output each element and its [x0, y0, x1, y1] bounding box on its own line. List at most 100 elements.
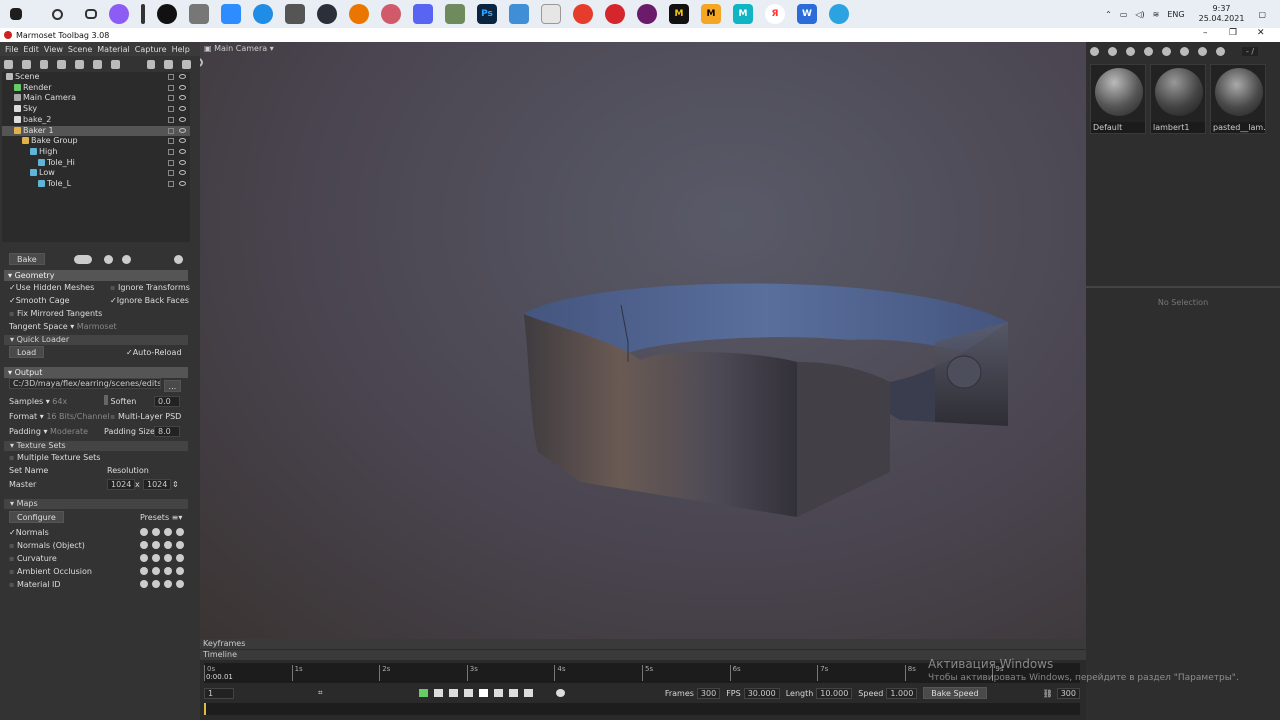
delete-material-icon[interactable] — [1162, 46, 1171, 56]
next-key-icon[interactable] — [508, 689, 518, 697]
app-icon[interactable] — [253, 4, 273, 24]
gear-icon[interactable] — [140, 528, 148, 536]
menu-file[interactable]: File — [5, 45, 18, 54]
soften-slider[interactable] — [104, 395, 108, 405]
eye-icon[interactable] — [179, 106, 186, 112]
last-frame-icon[interactable] — [523, 689, 533, 697]
eye-icon[interactable] — [179, 170, 186, 176]
eye-icon[interactable] — [179, 138, 186, 144]
fix-mirrored-checkbox[interactable]: ▪ — [9, 309, 14, 318]
picker-icon[interactable] — [152, 541, 160, 549]
tangent-space-dropdown[interactable]: ▾ Marmoset — [70, 322, 116, 331]
loop-icon[interactable] — [418, 689, 428, 697]
format-dropdown[interactable]: ▾ 16 Bits/Channel — [40, 412, 110, 421]
scene-item-tole-hi[interactable]: Tole_Hi — [2, 158, 190, 168]
link-icon[interactable]: ⛓ — [1043, 689, 1053, 698]
notification-icon[interactable]: ▢ — [1258, 10, 1266, 19]
add-light-icon[interactable] — [21, 59, 31, 69]
drop-icon[interactable] — [176, 554, 184, 562]
resolution-width[interactable]: 1024 — [107, 479, 136, 490]
menu-view[interactable]: View — [44, 45, 63, 54]
resolution-height[interactable]: 1024 — [143, 479, 172, 490]
maps-section[interactable]: ▾ Maps — [4, 499, 188, 509]
lock-icon[interactable] — [168, 181, 174, 187]
configure-button[interactable]: Configure — [9, 511, 64, 523]
output-section[interactable]: ▾ Output — [4, 367, 188, 378]
app-icon[interactable] — [509, 4, 529, 24]
scene-item-high[interactable]: High — [2, 147, 190, 157]
add-material-icon[interactable] — [1090, 46, 1099, 56]
app-icon[interactable] — [445, 4, 465, 24]
eye-icon[interactable] — [179, 127, 186, 133]
eye-icon[interactable] — [179, 148, 186, 154]
gear-icon[interactable] — [140, 580, 148, 588]
maximize-icon[interactable]: ❐ — [1229, 28, 1237, 38]
map-checkbox[interactable]: ▪ — [9, 580, 17, 589]
eye-icon[interactable] — [179, 181, 186, 186]
material-pasted-lambert[interactable]: pasted__lam... — [1210, 64, 1266, 134]
auto-reload-checkbox[interactable]: ✓ — [126, 348, 133, 357]
wifi-icon[interactable]: ≋ — [1153, 10, 1160, 19]
drop-icon[interactable] — [176, 580, 184, 588]
panel-divider[interactable] — [1086, 286, 1280, 288]
app-icon[interactable] — [573, 4, 593, 24]
lock-icon[interactable] — [168, 95, 174, 102]
delete-icon[interactable] — [182, 59, 191, 69]
map-row-ambient-occlusion[interactable]: ▪ Ambient Occlusion — [4, 565, 188, 578]
add-turntable-icon[interactable] — [92, 59, 102, 69]
add-sky-icon[interactable] — [110, 59, 120, 69]
playhead[interactable] — [204, 703, 206, 715]
material-lambert1[interactable]: lambert1 — [1150, 64, 1206, 134]
lock-icon[interactable] — [168, 148, 174, 155]
lock-icon[interactable] — [168, 74, 174, 80]
blender-icon[interactable] — [349, 4, 369, 24]
lock-icon[interactable] — [168, 138, 174, 145]
scene-item-render[interactable]: Render — [2, 83, 190, 93]
discord-icon[interactable] — [413, 4, 433, 24]
record-icon[interactable] — [555, 689, 565, 697]
ignore-transforms-checkbox[interactable]: ▪ — [110, 283, 115, 292]
browse-button[interactable]: ... — [163, 380, 182, 392]
next-frame-icon[interactable] — [493, 689, 503, 697]
map-checkbox[interactable]: ▪ — [9, 567, 17, 576]
yandex-icon[interactable]: Я — [765, 4, 785, 24]
telegram-icon[interactable] — [829, 4, 849, 24]
ignore-back-checkbox[interactable]: ✓ — [110, 296, 117, 305]
prev-frame-icon[interactable] — [463, 689, 473, 697]
scene-item-baker-1[interactable]: Baker 1 — [2, 125, 190, 136]
output-path-field[interactable]: C:/3D/maya/flex/earring/scenes/edits/1_n — [9, 378, 161, 389]
bake-speed-button[interactable]: Bake Speed — [923, 687, 987, 699]
search-icon[interactable] — [164, 541, 172, 549]
volume-icon[interactable]: ◁) — [1135, 10, 1144, 19]
material-filter[interactable]: - / — [1242, 46, 1259, 56]
scene-item-main-camera[interactable]: Main Camera — [2, 93, 190, 103]
minimize-icon[interactable]: – — [1203, 28, 1208, 38]
length-field[interactable]: 10.000 — [816, 687, 853, 699]
padding-size-value[interactable]: 8.0 — [154, 426, 180, 437]
app-icon[interactable] — [109, 4, 129, 24]
map-checkbox[interactable]: ✓ — [9, 528, 16, 537]
scene-item-low[interactable]: Low — [2, 168, 190, 178]
fps-field[interactable]: 30.000 — [743, 687, 780, 699]
menu-capture[interactable]: Capture — [135, 45, 167, 54]
duplicate-material-icon[interactable] — [1108, 46, 1117, 56]
scene-item-tole-l[interactable]: Tole_L — [2, 179, 190, 189]
app-icon[interactable]: M — [701, 4, 721, 24]
photoshop-icon[interactable]: Ps — [477, 4, 497, 24]
soften-value[interactable]: 0.0 — [154, 396, 180, 407]
add-shadow-icon[interactable] — [75, 59, 84, 69]
key-icon[interactable]: ⌗ — [318, 688, 323, 698]
bake-button[interactable]: Bake — [9, 253, 45, 265]
app-icon[interactable] — [381, 4, 401, 24]
menu-material[interactable]: Material — [97, 45, 130, 54]
picker-icon[interactable] — [152, 554, 160, 562]
search-icon[interactable] — [164, 580, 172, 588]
lock-icon[interactable] — [168, 127, 174, 134]
app-icon[interactable]: M — [669, 4, 689, 24]
word-icon[interactable]: W — [797, 4, 817, 24]
scene-item-bake-2[interactable]: bake_2 — [2, 115, 190, 125]
drop-icon[interactable] — [176, 541, 184, 549]
texture-sets-section[interactable]: ▾ Texture Sets — [4, 441, 188, 451]
eye-icon[interactable] — [179, 116, 186, 122]
merge-material-icon[interactable] — [1126, 46, 1135, 56]
